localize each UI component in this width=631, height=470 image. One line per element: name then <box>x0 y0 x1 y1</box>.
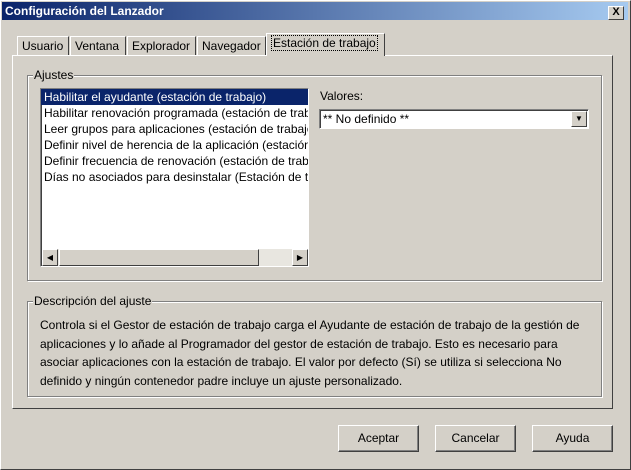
window-title: Configuración del Lanzador <box>5 4 164 18</box>
tab-label: Explorador <box>132 39 191 53</box>
values-label: Valores: <box>320 89 364 103</box>
values-selected: ** No definido ** <box>323 112 410 126</box>
tab-label: Usuario <box>22 39 64 53</box>
list-item[interactable]: Habilitar renovación programada (estació… <box>41 105 308 121</box>
tab-label: Ventana <box>75 39 120 53</box>
close-button[interactable]: X <box>608 6 624 20</box>
description-text: Controla si el Gestor de estación de tra… <box>40 318 580 388</box>
tab-label: Estación de trabajo <box>271 35 378 51</box>
settings-list[interactable]: Habilitar el ayudante (estación de traba… <box>40 88 309 267</box>
settings-group-label: Ajustes <box>33 68 75 82</box>
cancel-button[interactable]: Cancelar <box>435 425 516 452</box>
list-item[interactable]: Definir frecuencia de renovación (estaci… <box>41 153 308 169</box>
scroll-left-icon[interactable]: ◀ <box>42 249 58 266</box>
tab-usuario[interactable]: Usuario <box>17 36 69 56</box>
values-dropdown[interactable]: ** No definido ** ▼ <box>319 109 589 129</box>
tab-ventana[interactable]: Ventana <box>70 36 126 56</box>
scroll-right-icon[interactable]: ▶ <box>292 249 308 266</box>
ok-button[interactable]: Aceptar <box>338 425 419 452</box>
help-button[interactable]: Ayuda <box>532 425 613 452</box>
list-item[interactable]: Definir nivel de herencia de la aplicaci… <box>41 137 308 153</box>
tab-estacion-de-trabajo[interactable]: Estación de trabajo <box>266 33 385 56</box>
tab-navegador[interactable]: Navegador <box>197 36 266 56</box>
horizontal-scrollbar[interactable]: ◀ ▶ <box>42 249 308 266</box>
title-bar: Configuración del Lanzador X <box>2 2 628 20</box>
tab-explorador[interactable]: Explorador <box>127 36 196 56</box>
list-item[interactable]: Leer grupos para aplicaciones (estación … <box>41 121 308 137</box>
scrollbar-thumb[interactable] <box>59 249 259 266</box>
list-item[interactable]: Habilitar el ayudante (estación de traba… <box>41 89 308 105</box>
description-group-label: Descripción del ajuste <box>33 294 153 308</box>
list-item[interactable]: Días no asociados para desinstalar (Esta… <box>41 169 308 185</box>
tab-label: Navegador <box>202 39 261 53</box>
chevron-down-icon[interactable]: ▼ <box>571 111 587 127</box>
